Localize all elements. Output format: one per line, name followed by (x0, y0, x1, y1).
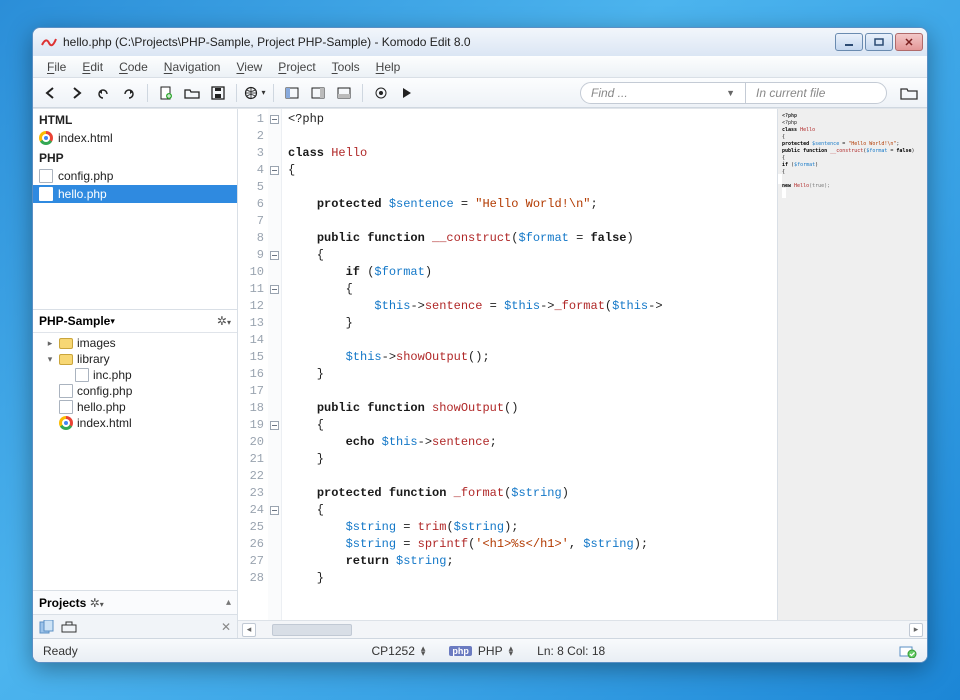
menubar: File Edit Code Navigation View Project T… (33, 56, 927, 78)
minimap[interactable]: <?php<?phpclass Hello{ protected $senten… (777, 109, 927, 620)
new-file-button[interactable] (154, 82, 178, 104)
titlebar[interactable]: hello.php (C:\Projects\PHP-Sample, Proje… (33, 28, 927, 56)
status-cursor-position[interactable]: Ln: 8 Col: 18 (525, 644, 617, 658)
code-editor[interactable]: <?php class Hello{ protected $sentence =… (282, 109, 777, 620)
projects-section-header[interactable]: Projects ✲▾ ▴ (33, 590, 237, 614)
folder-icon (59, 338, 73, 349)
status-language[interactable]: php PHP ▴▾ (437, 644, 525, 658)
app-icon (41, 35, 57, 49)
status-encoding[interactable]: CP1252 ▴▾ (360, 644, 438, 658)
menu-edit[interactable]: Edit (74, 60, 111, 74)
menu-file[interactable]: File (39, 60, 74, 74)
menu-view[interactable]: View (228, 60, 270, 74)
project-pane: PHP-Sample▾ ✲▾ ▸images▾libraryinc.phpcon… (33, 309, 237, 590)
menu-project[interactable]: Project (270, 60, 323, 74)
folder-icon (59, 354, 73, 365)
sync-icon[interactable] (899, 644, 917, 658)
toolbar: ▾ Find ... ▼ In current file (33, 78, 927, 108)
line-number-gutter: 1234567891011121314151617181920212223242… (238, 109, 268, 620)
maximize-button[interactable] (865, 33, 893, 51)
file-icon (59, 384, 73, 398)
open-file-item[interactable]: index.html (33, 129, 237, 147)
open-button[interactable] (180, 82, 204, 104)
project-tree: ▸images▾libraryinc.phpconfig.phphello.ph… (33, 333, 237, 433)
status-ready: Ready (43, 644, 78, 658)
gear-icon[interactable]: ✲▾ (90, 596, 104, 610)
gear-icon[interactable]: ✲▾ (217, 314, 231, 328)
find-scope: In current file (756, 86, 825, 100)
toolbox-tab[interactable] (61, 621, 77, 633)
chrome-icon (39, 131, 53, 145)
close-sidebar-button[interactable]: ✕ (221, 620, 231, 634)
project-name[interactable]: PHP-Sample (39, 314, 110, 328)
browser-preview-button[interactable]: ▾ (243, 82, 267, 104)
panel-bottom-button[interactable] (332, 82, 356, 104)
sidebar: HTML index.html PHP config.php hello.php (33, 109, 238, 638)
statusbar: Ready CP1252 ▴▾ php PHP ▴▾ Ln: 8 Col: 18 (33, 638, 927, 662)
tree-row[interactable]: ▾library (37, 351, 233, 367)
group-php: PHP (33, 147, 237, 167)
open-files-pane: HTML index.html PHP config.php hello.php (33, 109, 237, 309)
minimize-button[interactable] (835, 33, 863, 51)
tree-row[interactable]: ▸images (37, 335, 233, 351)
file-icon (59, 400, 73, 414)
undo-button[interactable] (91, 82, 115, 104)
menu-navigation[interactable]: Navigation (156, 60, 229, 74)
file-icon (39, 187, 53, 201)
file-icon (39, 169, 53, 183)
panel-right-button[interactable] (306, 82, 330, 104)
places-tab[interactable] (39, 620, 55, 634)
record-macro-button[interactable] (369, 82, 393, 104)
open-file-item-active[interactable]: hello.php (33, 185, 237, 203)
menu-help[interactable]: Help (368, 60, 409, 74)
sidebar-tab-strip: ✕ (33, 614, 237, 638)
menu-code[interactable]: Code (111, 60, 156, 74)
fold-column[interactable] (268, 109, 282, 620)
group-html: HTML (33, 109, 237, 129)
tree-row[interactable]: config.php (37, 383, 233, 399)
tree-row[interactable]: index.html (37, 415, 233, 431)
app-window: hello.php (C:\Projects\PHP-Sample, Proje… (32, 27, 928, 663)
play-macro-button[interactable] (395, 82, 419, 104)
forward-button[interactable] (65, 82, 89, 104)
window-title: hello.php (C:\Projects\PHP-Sample, Proje… (63, 35, 835, 49)
scroll-right-icon[interactable]: ▸ (909, 623, 923, 637)
panel-left-button[interactable] (280, 82, 304, 104)
chrome-icon (59, 416, 73, 430)
chevron-down-icon[interactable]: ▼ (726, 88, 735, 98)
redo-button[interactable] (117, 82, 141, 104)
close-button[interactable] (895, 33, 923, 51)
horizontal-scrollbar[interactable]: ◂ ▸ (238, 620, 927, 638)
tree-row[interactable]: hello.php (37, 399, 233, 415)
find-placeholder: Find ... (591, 86, 628, 100)
open-folder-button[interactable] (897, 82, 921, 104)
menu-tools[interactable]: Tools (324, 60, 368, 74)
scroll-left-icon[interactable]: ◂ (242, 623, 256, 637)
scrollbar-thumb[interactable] (272, 624, 352, 636)
tree-row[interactable]: inc.php (37, 367, 233, 383)
find-box[interactable]: Find ... ▼ In current file (580, 82, 887, 104)
back-button[interactable] (39, 82, 63, 104)
save-button[interactable] (206, 82, 230, 104)
editor-area: 1234567891011121314151617181920212223242… (238, 109, 927, 638)
open-file-item[interactable]: config.php (33, 167, 237, 185)
file-icon (75, 368, 89, 382)
